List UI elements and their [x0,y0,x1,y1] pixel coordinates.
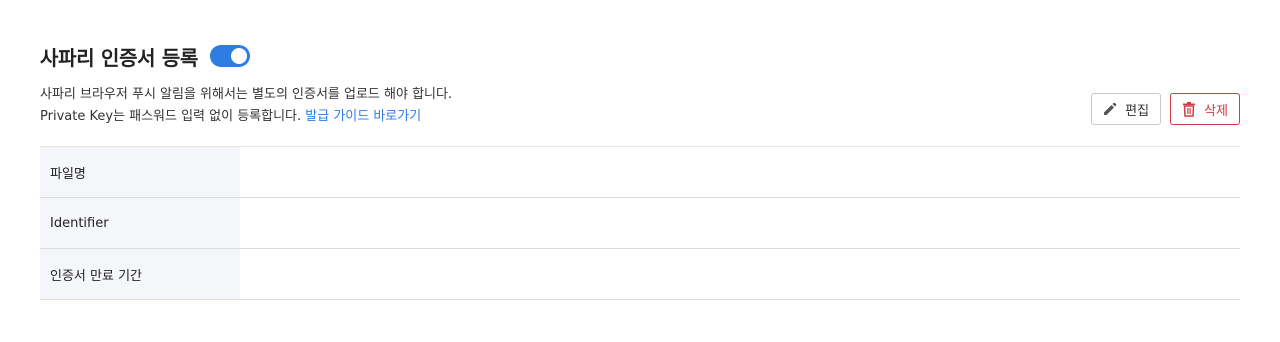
safari-certificate-section: 사파리 인증서 등록 사파리 브라우저 푸시 알림을 위해서는 별도의 인증서를… [40,40,1240,300]
description-line-1: 사파리 브라우저 푸시 알림을 위해서는 별도의 인증서를 업로드 해야 합니다… [40,87,453,102]
action-buttons: 편집 삭제 [1091,93,1240,125]
row-label-identifier: Identifier [40,198,240,248]
trash-icon [1183,102,1196,117]
pencil-icon [1104,102,1117,115]
description-line-2-text: Private Key는 패스워드 입력 없이 등록합니다. [40,109,302,124]
enable-toggle[interactable] [210,45,251,67]
row-value-expiry [240,249,1240,299]
table-row-identifier: Identifier [40,198,1240,249]
table-row-expiry: 인증서 만료 기간 [40,249,1240,300]
row-value-filename [240,147,1240,197]
toggle-knob [231,48,248,64]
section-title: 사파리 인증서 등록 [40,45,199,70]
row-label-expiry: 인증서 만료 기간 [40,249,240,299]
description: 사파리 브라우저 푸시 알림을 위해서는 별도의 인증서를 업로드 해야 합니다… [40,84,1240,128]
description-line-2: Private Key는 패스워드 입력 없이 등록합니다. 발급 가이드 바로… [40,106,1240,128]
edit-button[interactable]: 편집 [1091,93,1162,125]
row-label-filename: 파일명 [40,147,240,197]
edit-button-label: 편집 [1125,103,1150,119]
row-value-identifier [240,198,1240,248]
table-row-filename: 파일명 [40,147,1240,198]
delete-button[interactable]: 삭제 [1170,93,1240,125]
title-row: 사파리 인증서 등록 [40,40,1240,72]
guide-link[interactable]: 발급 가이드 바로가기 [305,109,421,124]
delete-button-label: 삭제 [1204,103,1228,119]
certificate-info-table: 파일명 Identifier 인증서 만료 기간 [40,146,1240,300]
